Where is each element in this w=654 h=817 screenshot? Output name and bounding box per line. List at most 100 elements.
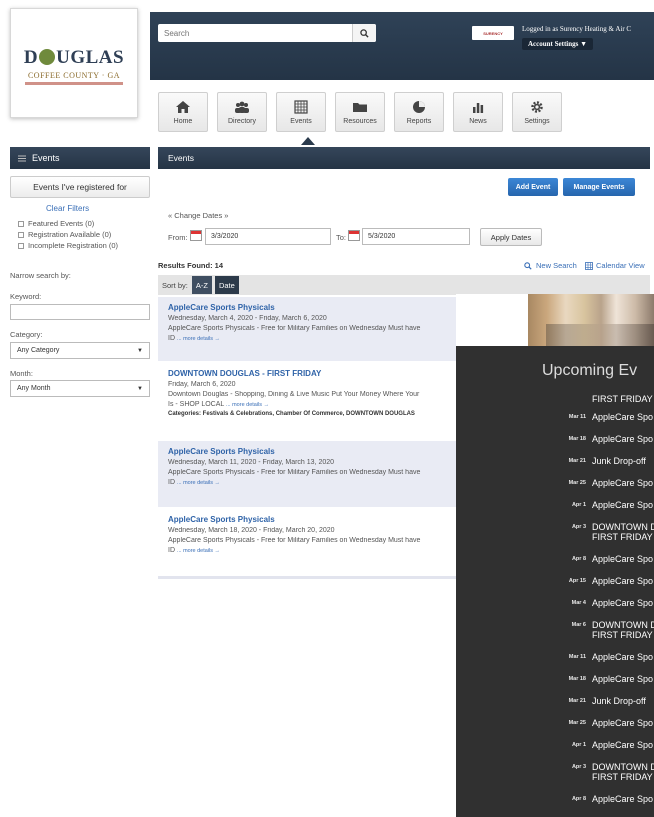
upcoming-event-title: AppleCare Spo [592,554,654,564]
upcoming-text: AppleCare Spo [592,576,653,586]
upcoming-event-item[interactable]: Mar 18 AppleCare Spo [552,434,654,444]
month-select[interactable]: Any Month ▼ [10,380,150,397]
upcoming-date: Apr 8 [571,796,586,802]
more-details-link[interactable]: ... more details → [226,402,269,408]
from-calendar-icon[interactable] [190,230,202,241]
main-nav: Home Directory Events Resources Reports … [158,92,562,132]
upcoming-event-item[interactable]: Apr 8 AppleCare Spo [552,794,654,804]
upcoming-event-item[interactable]: Apr 15 AppleCare Spo [552,576,654,586]
month-value: Any Month [17,385,51,392]
upcoming-event-title: AppleCare Spo [592,718,654,728]
filter-list: Featured Events (0) Registration Availab… [18,219,118,250]
filter-featured[interactable]: Featured Events (0) [18,219,118,228]
upcoming-event-item[interactable]: Apr 3 DOWNTOWN D FIRST FRIDAY [552,522,654,542]
more-details-link[interactable]: ... more details → [177,548,220,554]
folder-icon [353,102,367,112]
upcoming-date: Apr 8 [571,556,586,562]
from-date-input[interactable]: 3/3/2020 [205,228,331,245]
ribbon-cutting-photo [528,294,654,346]
upcoming-date: Apr 1 [571,742,586,748]
upcoming-text: AppleCare Spo [592,434,653,444]
news-icon [473,102,484,113]
upcoming-event-item[interactable]: Apr 8 AppleCare Spo [552,554,654,564]
sort-label: Sort by: [162,280,188,290]
upcoming-date: Mar 4 [571,600,586,606]
upcoming-date: Mar 11 [568,654,586,660]
nav-directory[interactable]: Directory [217,92,267,132]
upcoming-date: Mar 18 [568,676,586,682]
nav-home[interactable]: Home [158,92,208,132]
upcoming-event-item[interactable]: Mar 11 AppleCare Spo [552,412,654,422]
upcoming-event-item[interactable]: Apr 3 DOWNTOWN D FIRST FRIDAY [552,762,654,782]
checkbox[interactable] [18,220,24,227]
upcoming-text: AppleCare Spo [592,674,653,684]
upcoming-event-item[interactable]: Mar 4 AppleCare Spo [552,598,654,608]
upcoming-event-item[interactable]: Mar 6 DOWNTOWN D FIRST FRIDAY [552,620,654,640]
logo-mark-icon [39,49,56,65]
search-button[interactable] [352,24,376,42]
filter-registration[interactable]: Registration Available (0) [18,230,118,239]
active-nav-pointer [301,137,315,145]
upcoming-event-title: AppleCare Spo [592,740,654,750]
new-search-link[interactable]: New Search [524,261,577,270]
nav-settings[interactable]: Settings [512,92,562,132]
manage-events-button[interactable]: Manage Events [563,178,635,196]
event-photo [456,294,654,346]
nav-label: Reports [406,117,432,125]
nav-reports[interactable]: Reports [394,92,444,132]
sort-az-button[interactable]: A-Z [191,276,212,294]
checkbox[interactable] [18,242,24,249]
search-icon [360,28,369,38]
logo[interactable]: D UGLAS COFFEE COUNTY · GA [10,8,138,118]
clear-filters-link[interactable]: Clear Filters [46,204,89,213]
event-description-end: ID [168,335,175,342]
nav-news[interactable]: News [453,92,503,132]
sort-bar: Sort by: A-Z Date [158,275,650,295]
event-description-end: Is - SHOP LOCAL [168,401,225,408]
upcoming-date: Mar 18 [568,436,586,442]
upcoming-text: AppleCare Spo [592,412,653,422]
to-date-input[interactable]: 5/3/2020 [362,228,470,245]
upcoming-event-item[interactable]: Mar 21 Junk Drop-off [552,696,654,706]
upcoming-event-title: AppleCare Spo [592,412,654,422]
upcoming-date: Apr 1 [571,502,586,508]
search-input[interactable] [158,24,352,42]
account-logo: SURENCY [472,26,514,40]
nav-label: Settings [524,117,550,125]
logo-tagline-bar [25,82,123,85]
upcoming-event-item[interactable]: Apr 1 AppleCare Spo [552,500,654,510]
upcoming-event-item[interactable]: Mar 18 AppleCare Spo [552,674,654,684]
top-bar: SURENCY Logged in as Surency Heating & A… [150,12,654,80]
keyword-input[interactable] [10,304,150,320]
upcoming-event-title-cont: FIRST FRIDAY [592,772,653,782]
logo-subtitle: COFFEE COUNTY · GA [27,71,121,80]
registered-events-button[interactable]: Events I've registered for [10,176,150,198]
more-details-link[interactable]: ... more details → [177,336,220,342]
upcoming-event-item[interactable]: Mar 21 Junk Drop-off [552,456,654,466]
upcoming-event-continued[interactable]: FIRST FRIDAY [552,394,654,404]
upcoming-event-item[interactable]: Mar 25 AppleCare Spo [552,718,654,728]
nav-resources[interactable]: Resources [335,92,385,132]
to-calendar-icon[interactable] [348,230,360,241]
account-settings-button[interactable]: Account Settings ▼ [522,38,594,50]
add-event-button[interactable]: Add Event [508,178,558,196]
filter-incomplete[interactable]: Incomplete Registration (0) [18,241,118,250]
checkbox[interactable] [18,231,24,238]
more-details-link[interactable]: ... more details → [177,480,220,486]
upcoming-date: Apr 3 [571,764,586,770]
change-dates-toggle[interactable]: « Change Dates » [168,211,228,220]
gear-icon [531,100,543,113]
nav-events[interactable]: Events [276,92,326,132]
upcoming-event-item[interactable]: Mar 11 AppleCare Spo [552,652,654,662]
upcoming-date [552,394,586,396]
filter-label: Incomplete Registration (0) [28,241,119,250]
category-select[interactable]: Any Category ▼ [10,342,150,359]
upcoming-date: Apr 3 [571,524,586,530]
sort-date-button[interactable]: Date [214,276,239,294]
upcoming-event-item[interactable]: Apr 1 AppleCare Spo [552,740,654,750]
month-label: Month: [10,369,33,378]
apply-dates-button[interactable]: Apply Dates [480,228,542,246]
account-status: Logged in as Surency Heating & Air C [522,25,632,33]
upcoming-event-item[interactable]: Mar 25 AppleCare Spo [552,478,654,488]
calendar-view-link[interactable]: Calendar View [585,261,645,270]
